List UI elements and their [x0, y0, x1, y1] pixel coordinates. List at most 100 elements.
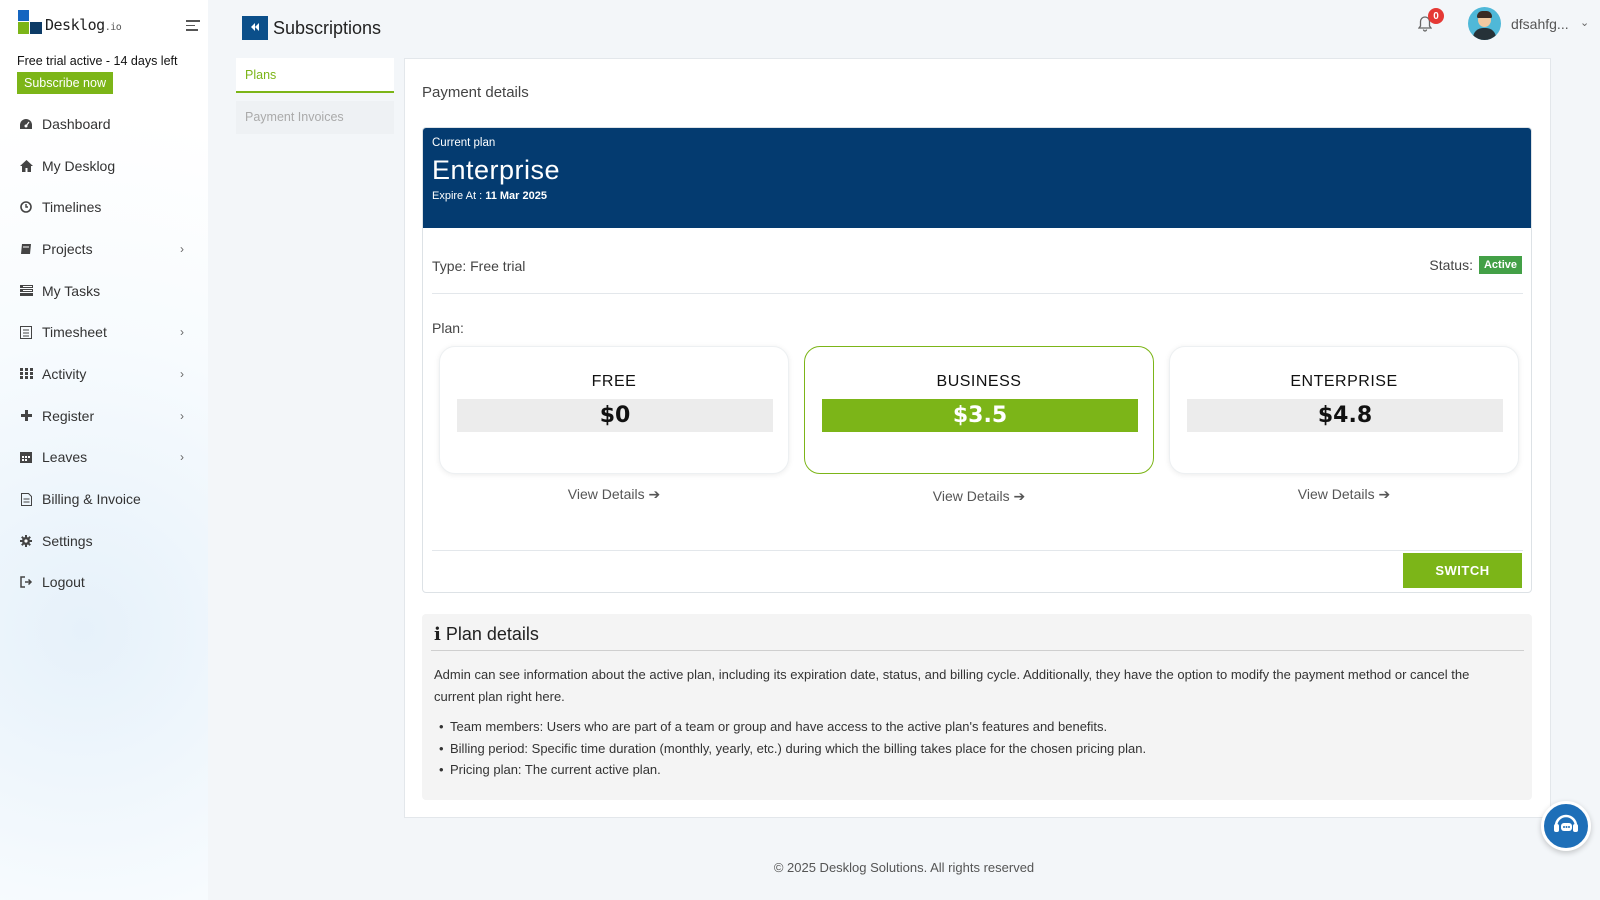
support-chat-button[interactable] [1541, 801, 1591, 851]
main-area: Subscriptions 0 dfsahfg... ⌄ Plans Payme… [208, 0, 1600, 900]
sidebar-item-label: Leaves [42, 449, 88, 466]
sidebar-item-label: Timelines [42, 199, 102, 216]
current-plan-card: Current plan Enterprise Expire At : 11 M… [422, 127, 1532, 593]
logo-mark-icon [18, 10, 42, 34]
status-label: Status: [1429, 257, 1473, 273]
view-details-business-link[interactable]: View Details ➔ [804, 488, 1154, 505]
tab-plans[interactable]: Plans [236, 58, 394, 93]
sidebar-item-label: Billing & Invoice [42, 491, 141, 508]
tier-card-business[interactable]: BUSINESS $3.5 [804, 346, 1154, 474]
sidebar-item-dashboard[interactable]: Dashboard [0, 103, 208, 145]
status-badge: Active [1478, 256, 1522, 274]
tier-name: ENTERPRISE [1290, 373, 1398, 390]
sidebar-item-logout[interactable]: Logout [0, 562, 208, 604]
brand-logo[interactable]: Desklog.io [18, 10, 122, 34]
subscribe-now-button[interactable]: Subscribe now [17, 72, 113, 94]
headset-chat-icon [1551, 809, 1581, 844]
sidebar-item-billing[interactable]: Billing & Invoice [0, 478, 208, 520]
sidebar-item-label: My Desklog [42, 157, 116, 174]
grid-icon [19, 367, 33, 381]
divider [431, 650, 1524, 651]
section-title: Payment details [422, 84, 529, 101]
brand-name: Desklog.io [45, 16, 122, 34]
tasks-icon [19, 284, 33, 298]
sidebar-item-activity[interactable]: Activity › [0, 353, 208, 395]
back-button[interactable] [242, 16, 268, 40]
sidebar: Desklog.io Free trial active - 14 days l… [0, 0, 208, 900]
divider [432, 293, 1523, 294]
tier-card-enterprise[interactable]: ENTERPRISE $4.8 [1169, 346, 1519, 474]
double-chevron-left-icon [250, 21, 260, 35]
sidebar-item-projects[interactable]: Projects › [0, 228, 208, 270]
tier-name: FREE [591, 373, 637, 390]
sidebar-item-label: Dashboard [42, 115, 111, 132]
top-bar: Subscriptions 0 dfsahfg... ⌄ [208, 0, 1600, 56]
chevron-right-icon: › [180, 366, 184, 381]
page-title: Subscriptions [273, 18, 382, 38]
trial-status-text: Free trial active - 14 days left [17, 54, 178, 68]
sidebar-item-label: My Tasks [42, 282, 101, 299]
list-item: Team members: Users who are part of a te… [439, 716, 1146, 738]
view-details-free-link[interactable]: View Details ➔ [439, 486, 789, 503]
dashboard-icon [19, 117, 33, 131]
sidebar-item-label: Register [42, 407, 95, 424]
sidebar-item-my-desklog[interactable]: My Desklog [0, 145, 208, 187]
plus-icon [19, 409, 33, 423]
sidebar-item-label: Timesheet [42, 324, 107, 341]
plan-details-list: Team members: Users who are part of a te… [439, 716, 1146, 781]
sidebar-item-register[interactable]: Register › [0, 395, 208, 437]
sidebar-item-label: Activity [42, 365, 87, 382]
clock-icon [19, 200, 33, 214]
book-icon [19, 242, 33, 256]
info-icon: i [434, 624, 441, 645]
sidebar-item-label: Settings [42, 532, 93, 549]
subscription-tabs: Plans Payment Invoices [236, 58, 394, 134]
tier-card-free[interactable]: FREE $0 [439, 346, 789, 474]
tier-price: $0 [457, 399, 773, 432]
current-plan-banner: Current plan Enterprise Expire At : 11 M… [423, 128, 1531, 228]
sidebar-item-label: Logout [42, 574, 85, 591]
sidebar-item-label: Projects [42, 240, 93, 257]
sidebar-item-timesheet[interactable]: Timesheet › [0, 311, 208, 353]
switch-plan-button[interactable]: SWITCH [1403, 553, 1522, 588]
current-plan-label: Current plan [432, 137, 496, 149]
plan-status: Status: Active [1429, 256, 1522, 274]
calendar-icon [19, 450, 33, 464]
plan-label: Plan: [432, 320, 464, 336]
chevron-right-icon: › [180, 325, 184, 340]
plan-details-box: i Plan details Admin can see information… [422, 614, 1532, 800]
menu-toggle-icon[interactable] [186, 20, 200, 32]
logout-icon [19, 575, 33, 589]
avatar[interactable] [1468, 7, 1501, 40]
sidebar-item-my-tasks[interactable]: My Tasks [0, 270, 208, 312]
arrow-right-icon: ➔ [648, 486, 661, 502]
sidebar-item-leaves[interactable]: Leaves › [0, 437, 208, 479]
expire-date: Expire At : 11 Mar 2025 [432, 190, 547, 202]
tier-price: $3.5 [822, 399, 1138, 432]
gear-icon [19, 534, 33, 548]
list-item: Pricing plan: The current active plan. [439, 759, 1146, 781]
notification-count-badge: 0 [1428, 8, 1444, 24]
plan-type: Type: Free trial [432, 258, 526, 274]
divider [432, 550, 1523, 551]
plan-details-description: Admin can see information about the acti… [434, 667, 1470, 704]
chevron-right-icon: › [180, 241, 184, 256]
footer-copyright: © 2025 Desklog Solutions. All rights res… [773, 860, 1035, 875]
sidebar-nav: Dashboard My Desklog Timelines Projects … [0, 103, 208, 603]
home-icon [19, 159, 33, 173]
username[interactable]: dfsahfg... [1511, 16, 1569, 32]
timesheet-icon [19, 325, 33, 339]
chevron-right-icon: › [180, 408, 184, 423]
view-details-enterprise-link[interactable]: View Details ➔ [1169, 486, 1519, 503]
tier-price: $4.8 [1187, 399, 1503, 432]
current-plan-name: Enterprise [432, 155, 561, 185]
chevron-down-icon[interactable]: ⌄ [1580, 16, 1589, 29]
list-item: Billing period: Specific time duration (… [439, 738, 1146, 760]
chevron-right-icon: › [180, 450, 184, 465]
tab-payment-invoices[interactable]: Payment Invoices [236, 101, 394, 134]
plan-details-heading: i Plan details [434, 624, 539, 645]
arrow-right-icon: ➔ [1378, 486, 1391, 502]
payment-details-panel: Payment details Current plan Enterprise … [404, 58, 1551, 818]
sidebar-item-settings[interactable]: Settings [0, 520, 208, 562]
sidebar-item-timelines[interactable]: Timelines [0, 186, 208, 228]
